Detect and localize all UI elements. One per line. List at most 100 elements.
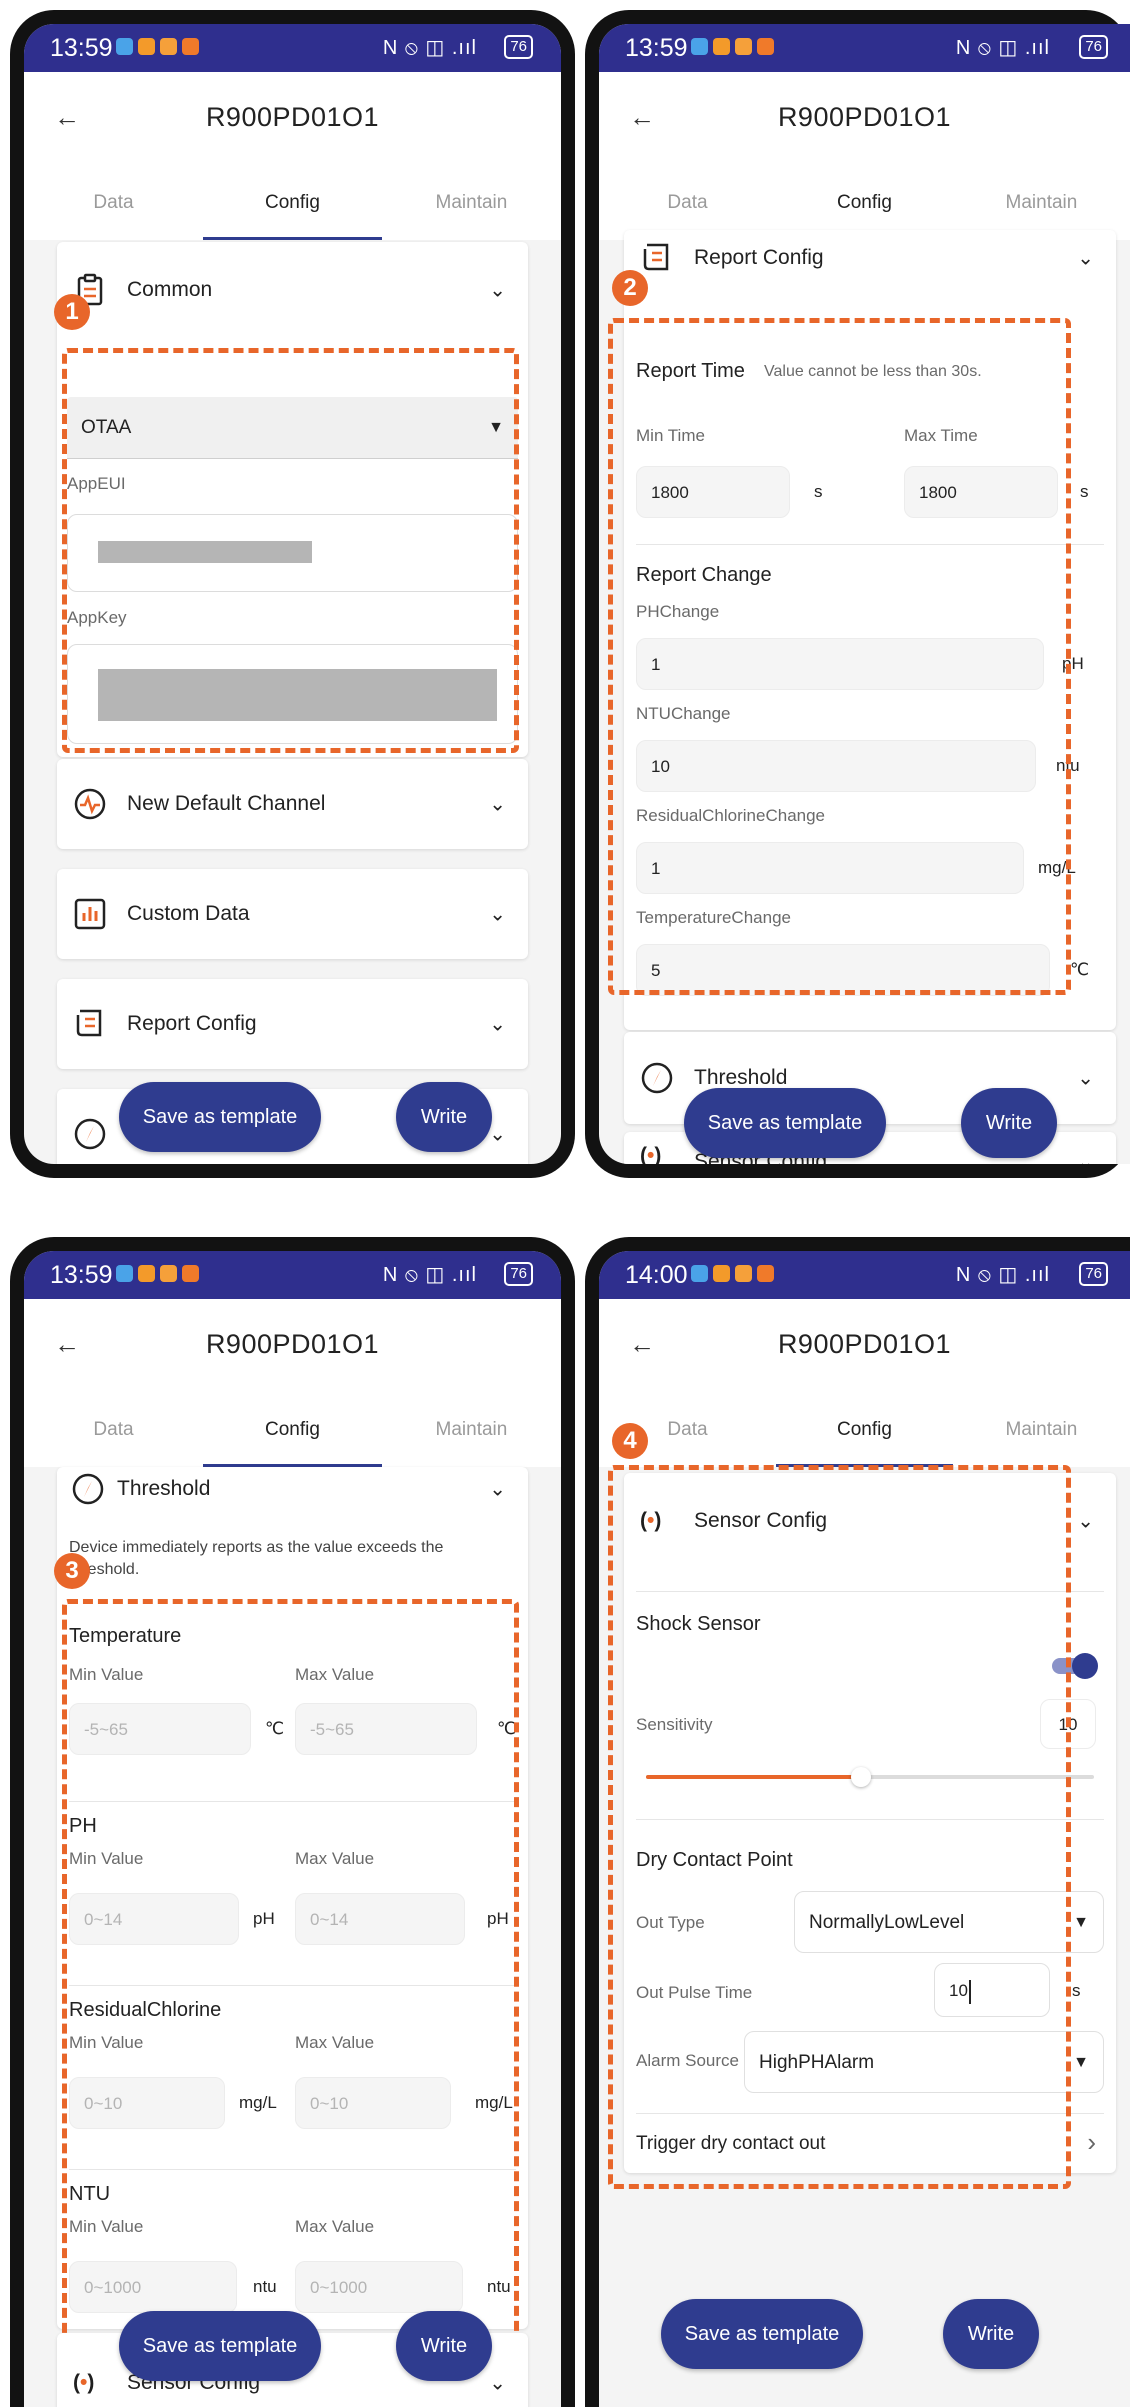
chevron-down-icon[interactable]: ⌄ — [1077, 1150, 1094, 1165]
system-status-icons: N ⦸ ◫ .ııl — [955, 37, 1050, 59]
scroll-icon — [643, 243, 669, 271]
write-button[interactable]: Write — [396, 2311, 492, 2381]
notification-icon — [735, 38, 752, 55]
custom-data-section[interactable]: Custom Data ⌄ — [57, 869, 528, 959]
tab-maintain[interactable]: Maintain — [953, 192, 1130, 214]
notification-icon — [116, 1265, 133, 1282]
chevron-down-icon[interactable]: ⌄ — [489, 1477, 506, 1502]
notification-icon — [182, 38, 199, 55]
screen-2: 13:59 N ⦸ ◫ .ııl 76 ← R900PD01O1 Data Co… — [599, 24, 1130, 1164]
common-title: Common — [127, 278, 213, 301]
app-bar: ← R900PD01O1 — [24, 72, 561, 171]
out-pulse-unit: s — [1072, 1981, 1081, 2000]
chevron-down-icon[interactable]: ⌄ — [489, 278, 506, 303]
common-header[interactable]: Common ⌄ — [57, 242, 528, 332]
highlight-region — [608, 318, 1071, 995]
step-badge: 2 — [612, 270, 648, 306]
section-title: Custom Data — [127, 902, 250, 925]
highlight-region — [62, 348, 519, 753]
highlight-region — [608, 1465, 1071, 2189]
radio-wave-icon: (•) — [640, 1144, 662, 1164]
tab-data[interactable]: Data — [24, 1419, 203, 1441]
notification-icon — [138, 38, 155, 55]
system-status-icons: N ⦸ ◫ .ııl — [382, 1264, 477, 1286]
notification-icon — [713, 1265, 730, 1282]
section-title: Report Config — [694, 246, 824, 269]
status-bar: 13:59 N ⦸ ◫ .ııl 76 — [24, 24, 561, 72]
pulse-icon — [74, 788, 106, 820]
time-unit: s — [1080, 482, 1089, 501]
system-status-icons: N ⦸ ◫ .ııl — [382, 37, 477, 59]
tab-config[interactable]: Config — [203, 192, 382, 214]
chevron-down-icon[interactable]: ⌄ — [489, 792, 506, 817]
tab-indicator — [202, 237, 382, 240]
notification-icon — [757, 1265, 774, 1282]
status-time: 13:59 — [50, 1261, 113, 1289]
save-as-template-button[interactable]: Save as template — [119, 2311, 321, 2381]
battery-icon: 76 — [1079, 35, 1108, 59]
chevron-down-icon[interactable]: ⌄ — [489, 2371, 506, 2396]
tab-config[interactable]: Config — [776, 1419, 953, 1441]
dropdown-arrow-icon: ▼ — [1073, 2054, 1089, 2071]
chevron-down-icon[interactable]: ⌄ — [1077, 246, 1094, 271]
step-badge: 3 — [54, 1553, 90, 1589]
tab-config[interactable]: Config — [776, 192, 953, 214]
battery-icon: 76 — [1079, 1262, 1108, 1286]
report-config-header[interactable]: Report Config ⌄ — [624, 230, 1116, 300]
dropdown-arrow-icon: ▼ — [1073, 1914, 1089, 1931]
page-title: R900PD01O1 — [777, 1329, 952, 1359]
notification-icon — [160, 38, 177, 55]
tab-data[interactable]: Data — [24, 192, 203, 214]
status-bar: 13:59 N ⦸ ◫ .ııl 76 — [24, 1251, 561, 1299]
status-bar: 14:00 N ⦸ ◫ .ııl 76 — [599, 1251, 1130, 1299]
app-bar: ← R900PD01O1 — [599, 1299, 1130, 1398]
tab-bar: Data Config Maintain — [599, 1397, 1130, 1467]
save-as-template-button[interactable]: Save as template — [684, 1088, 886, 1158]
notification-icon — [182, 1265, 199, 1282]
report-config-section[interactable]: Report Config ⌄ — [57, 979, 528, 1069]
status-time: 14:00 — [625, 1261, 688, 1289]
section-title: Report Config — [127, 1012, 257, 1035]
threshold-header[interactable]: Threshold ⌄ — [57, 1467, 528, 1527]
save-as-template-button[interactable]: Save as template — [119, 1082, 321, 1152]
page-title: R900PD01O1 — [205, 102, 380, 132]
chevron-down-icon[interactable]: ⌄ — [489, 1012, 506, 1037]
screen-1: 13:59 N ⦸ ◫ .ııl 76 ← R900PD01O1 Data Co… — [24, 24, 561, 1164]
phone-screen-3: 13:59 N ⦸ ◫ .ııl 76 ← R900PD01O1 Data Co… — [10, 1237, 575, 2407]
scroll-icon — [76, 1009, 102, 1037]
chevron-down-icon[interactable]: ⌄ — [1077, 1066, 1094, 1091]
notification-icon — [735, 1265, 752, 1282]
bar-chart-icon — [74, 898, 106, 930]
section-title: Threshold — [117, 1477, 211, 1500]
notification-icon — [713, 38, 730, 55]
tab-maintain[interactable]: Maintain — [953, 1419, 1130, 1441]
save-as-template-button[interactable]: Save as template — [661, 2299, 863, 2369]
screen-4: 14:00 N ⦸ ◫ .ııl 76 ← R900PD01O1 Data Co… — [599, 1251, 1130, 2407]
battery-icon: 76 — [504, 1262, 533, 1286]
chevron-down-icon[interactable]: ⌄ — [489, 902, 506, 927]
tab-maintain[interactable]: Maintain — [382, 192, 561, 214]
new-default-channel-section[interactable]: New Default Channel ⌄ — [57, 759, 528, 849]
notification-icon — [116, 38, 133, 55]
phone-screen-4: 14:00 N ⦸ ◫ .ııl 76 ← R900PD01O1 Data Co… — [585, 1237, 1130, 2407]
tab-config[interactable]: Config — [203, 1419, 382, 1441]
screen-3: 13:59 N ⦸ ◫ .ııl 76 ← R900PD01O1 Data Co… — [24, 1251, 561, 2407]
tab-maintain[interactable]: Maintain — [382, 1419, 561, 1441]
write-button[interactable]: Write — [943, 2299, 1039, 2369]
section-title: New Default Channel — [127, 792, 326, 815]
chevron-down-icon[interactable]: ⌄ — [489, 1122, 506, 1147]
compass-icon — [72, 1473, 104, 1505]
chevron-down-icon[interactable]: ⌄ — [1077, 1509, 1094, 1534]
notification-icon — [691, 38, 708, 55]
page-title: R900PD01O1 — [205, 1329, 380, 1359]
threshold-description: Device immediately reports as the value … — [69, 1539, 444, 1578]
write-button[interactable]: Write — [396, 1082, 492, 1152]
write-button[interactable]: Write — [961, 1088, 1057, 1158]
highlight-region — [62, 1599, 519, 2351]
status-bar: 13:59 N ⦸ ◫ .ııl 76 — [599, 24, 1130, 72]
notification-icon — [138, 1265, 155, 1282]
tab-data[interactable]: Data — [599, 192, 776, 214]
step-badge: 4 — [612, 1423, 648, 1459]
phone-screen-1: 13:59 N ⦸ ◫ .ııl 76 ← R900PD01O1 Data Co… — [10, 10, 575, 1178]
notification-icon — [691, 1265, 708, 1282]
